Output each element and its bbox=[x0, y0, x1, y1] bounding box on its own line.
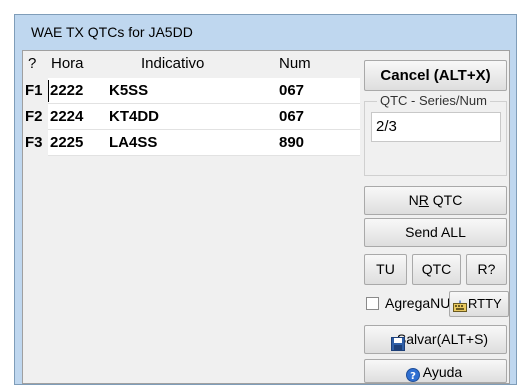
cell-time[interactable]: 2224 bbox=[50, 104, 83, 129]
row-key: F3 bbox=[24, 130, 46, 156]
nr-qtc-label-part: N bbox=[408, 192, 419, 208]
cell-num[interactable]: 067 bbox=[279, 78, 304, 103]
cell-call[interactable]: KT4DD bbox=[109, 104, 159, 129]
send-all-button[interactable]: Send ALL bbox=[364, 218, 507, 247]
window-client-area: ? Hora Indicativo Num F1 2222 K5SS 067 F… bbox=[22, 50, 510, 384]
agrega-checkbox-box[interactable] bbox=[366, 297, 379, 310]
rtty-button[interactable]: RTTY bbox=[449, 291, 509, 317]
series-num-field[interactable]: 2/3 bbox=[371, 112, 501, 142]
header-key: ? bbox=[28, 55, 37, 72]
rq-button[interactable]: R? bbox=[466, 254, 507, 285]
cell-call[interactable]: K5SS bbox=[109, 78, 148, 103]
window-title: WAE TX QTCs for JA5DD bbox=[31, 24, 193, 40]
cell-time[interactable]: 2222 bbox=[48, 80, 83, 102]
save-label: Salvar(ALT+S) bbox=[396, 331, 489, 347]
row-cells[interactable]: 2222 K5SS 067 bbox=[48, 78, 360, 104]
grid-header: ? Hora Indicativo Num bbox=[24, 52, 360, 78]
nr-qtc-label-rest: QTC bbox=[428, 192, 463, 208]
row-cells[interactable]: 2224 KT4DD 067 bbox=[48, 104, 360, 130]
table-row[interactable]: F2 2224 KT4DD 067 bbox=[24, 104, 360, 130]
row-key: F1 bbox=[24, 78, 46, 104]
row-key: F2 bbox=[24, 104, 46, 130]
rtty-label: RTTY bbox=[468, 296, 502, 311]
tu-button[interactable]: TU bbox=[364, 254, 407, 285]
agrega-checkbox[interactable]: AgregaNU bbox=[365, 292, 455, 316]
series-group-label: QTC - Series/Num bbox=[377, 93, 490, 108]
table-row[interactable]: F3 2225 LA4SS 890 bbox=[24, 130, 360, 156]
qtc-window: WAE TX QTCs for JA5DD ? Hora Indicativo … bbox=[14, 14, 517, 385]
question-mark-icon: ? bbox=[406, 365, 420, 382]
header-num: Num bbox=[279, 55, 311, 72]
series-groupbox: QTC - Series/Num 2/3 bbox=[364, 93, 507, 176]
row-cells[interactable]: 2225 LA4SS 890 bbox=[48, 130, 360, 156]
floppy-disk-icon bbox=[391, 333, 405, 351]
cell-num[interactable]: 067 bbox=[279, 104, 304, 129]
nr-qtc-button[interactable]: NR QTC bbox=[364, 186, 507, 215]
header-time: Hora bbox=[51, 55, 84, 72]
nr-qtc-label-accel: R bbox=[418, 192, 429, 208]
qtc-button[interactable]: QTC bbox=[412, 254, 461, 285]
save-button[interactable]: Salvar(ALT+S) bbox=[364, 325, 507, 354]
help-button[interactable]: ? Ayuda bbox=[364, 359, 507, 383]
cancel-button[interactable]: Cancel (ALT+X) bbox=[364, 60, 507, 91]
svg-text:?: ? bbox=[410, 371, 416, 382]
qtc-grid[interactable]: ? Hora Indicativo Num F1 2222 K5SS 067 F… bbox=[24, 52, 360, 382]
cell-call[interactable]: LA4SS bbox=[109, 130, 157, 155]
help-label: Ayuda bbox=[422, 364, 463, 380]
cell-time[interactable]: 2225 bbox=[50, 130, 83, 155]
table-row[interactable]: F1 2222 K5SS 067 bbox=[24, 78, 360, 104]
header-call: Indicativo bbox=[141, 55, 205, 72]
cell-num[interactable]: 890 bbox=[279, 130, 304, 155]
keyboard-icon bbox=[453, 297, 467, 312]
agrega-checkbox-label: AgregaNU bbox=[385, 295, 451, 311]
